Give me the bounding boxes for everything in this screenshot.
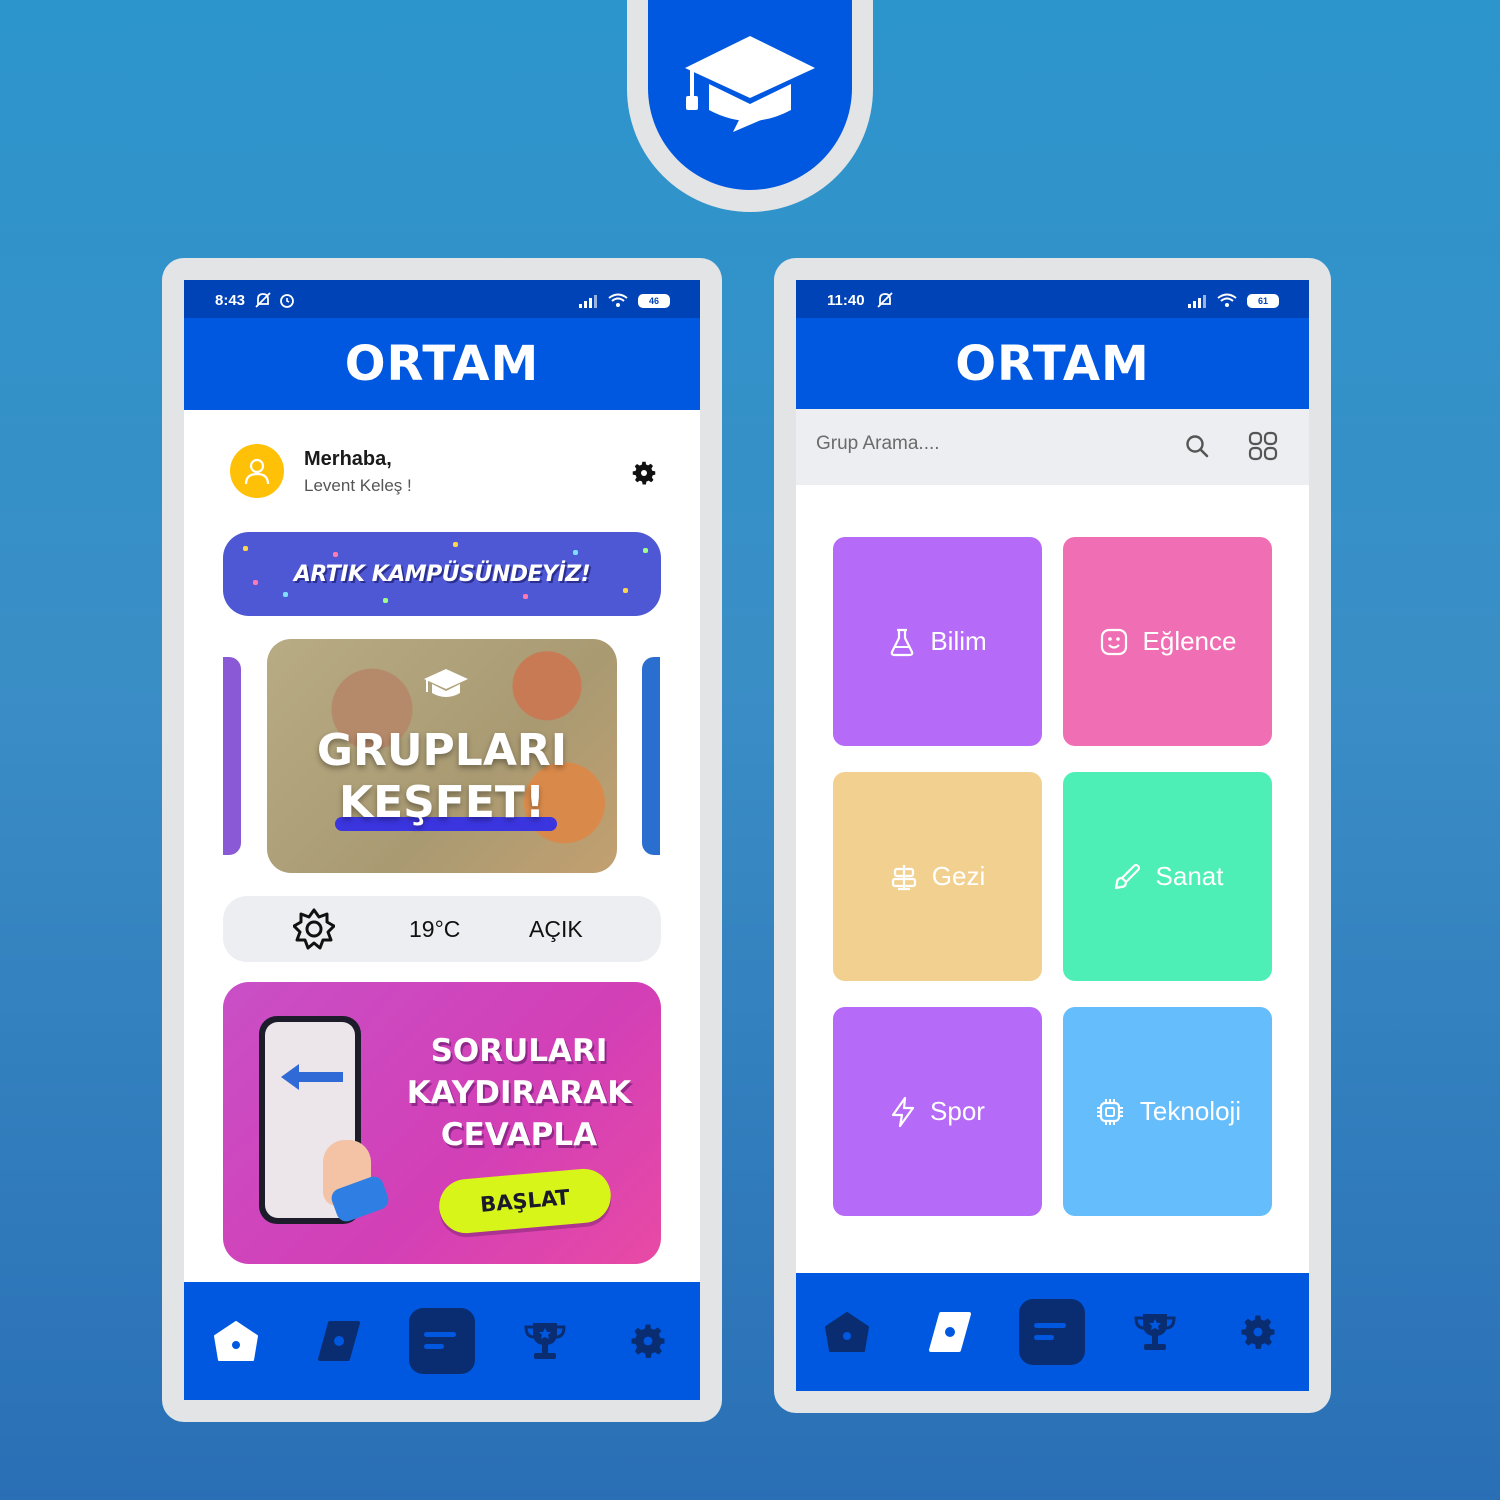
bottom-navigation <box>184 1282 700 1400</box>
settings-icon <box>1241 1315 1275 1349</box>
greeting-title: Merhaba, <box>304 448 392 470</box>
campus-banner[interactable]: ARTIK KAMPÜSÜNDEYİZ! <box>223 532 661 616</box>
start-button[interactable]: BAŞLAT <box>436 1166 614 1236</box>
greeting-user-name: Levent Keleş ! <box>304 476 412 495</box>
category-label: Sanat <box>1155 861 1224 891</box>
trophy-icon <box>524 1323 566 1359</box>
graduation-cap-icon <box>685 36 815 132</box>
category-label: Eğlence <box>1142 626 1237 656</box>
category-tile-gezi[interactable]: Gezi <box>833 772 1042 981</box>
brush-icon <box>1114 863 1140 889</box>
bell-off-icon <box>877 292 893 308</box>
home-icon <box>213 1321 258 1361</box>
carousel-title-line1: GRUPLARI <box>316 725 568 776</box>
category-label: Gezi <box>931 861 986 891</box>
app-header-title: ORTAM <box>184 318 700 410</box>
category-tile-sanat[interactable]: Sanat <box>1063 772 1272 981</box>
trophy-icon <box>1134 1314 1176 1350</box>
status-system-icons: 61 <box>1187 293 1279 308</box>
promo-title-line3: CEVAPLA <box>440 1117 598 1153</box>
campus-banner-text: ARTIK KAMPÜSÜNDEYİZ! <box>293 561 591 587</box>
nav-home[interactable] <box>814 1299 880 1365</box>
search-icon <box>1186 435 1209 458</box>
left-phone-frame: 8:43 46 ORTAM Merhaba, Levent Keleş ! AR… <box>162 258 722 1422</box>
category-label: Bilim <box>930 626 987 656</box>
discover-groups-card[interactable]: GRUPLARI KEŞFET! <box>267 639 617 873</box>
weather-condition: AÇIK <box>529 916 583 942</box>
gear-icon <box>632 461 656 485</box>
discover-icon <box>928 1312 971 1352</box>
category-tile-bilim[interactable]: Bilim <box>833 537 1042 746</box>
discover-icon <box>317 1321 360 1361</box>
group-search-bar <box>796 409 1309 485</box>
battery-indicator: 61 <box>1247 293 1279 308</box>
chat-icon <box>1034 1323 1067 1340</box>
status-bar: 8:43 46 <box>184 280 700 318</box>
right-phone-frame: 11:40 61 ORTAM Bilim E <box>774 258 1331 1413</box>
nav-chat[interactable] <box>1019 1299 1086 1365</box>
signal-icon <box>579 294 597 308</box>
category-tile-teknoloji[interactable]: Teknoloji <box>1063 1007 1272 1216</box>
right-phone-screen: 11:40 61 ORTAM Bilim E <box>796 280 1309 1391</box>
status-system-icons: 46 <box>578 293 670 308</box>
battery-indicator: 46 <box>638 293 670 308</box>
wifi-icon <box>608 293 628 307</box>
promo-title-line2: KAYDIRARAK <box>406 1075 632 1111</box>
status-time: 11:40 <box>827 292 865 309</box>
arrow-left-icon <box>281 1064 343 1090</box>
category-tile-eglence[interactable]: Eğlence <box>1063 537 1272 746</box>
carousel-next-card[interactable] <box>642 657 660 855</box>
grid-view-icon <box>1248 431 1278 461</box>
promo-title-line1: SORULARI <box>430 1033 608 1069</box>
weather-widget: 19°C AÇIK <box>223 896 661 962</box>
app-logo-tab <box>627 0 873 212</box>
nav-chat[interactable] <box>408 1308 475 1374</box>
user-icon <box>244 458 270 485</box>
smile-icon <box>1100 628 1127 655</box>
flask-icon <box>891 628 914 656</box>
left-phone-screen: 8:43 46 ORTAM Merhaba, Levent Keleş ! AR… <box>184 280 700 1400</box>
weather-temperature: 19°C <box>409 916 461 942</box>
graduation-cap-icon <box>424 669 468 697</box>
signal-icon <box>1188 294 1206 308</box>
wifi-icon <box>1217 293 1237 307</box>
nav-settings[interactable] <box>1225 1299 1291 1365</box>
nav-leaderboard[interactable] <box>512 1308 578 1374</box>
grid-view-button[interactable] <box>1240 423 1286 469</box>
profile-settings-button[interactable] <box>629 458 659 493</box>
sun-icon <box>293 908 335 950</box>
alarm-icon <box>280 294 294 308</box>
status-notification-icons <box>876 291 894 309</box>
bell-off-icon <box>255 292 271 308</box>
nav-leaderboard[interactable] <box>1122 1299 1188 1365</box>
status-bar: 11:40 61 <box>796 280 1309 318</box>
category-label: Spor <box>930 1096 985 1126</box>
chip-icon <box>1096 1098 1123 1125</box>
chat-icon <box>423 1332 456 1349</box>
lightning-icon <box>891 1096 915 1127</box>
status-notification-icons <box>254 291 296 309</box>
category-label: Teknoloji <box>1139 1096 1242 1126</box>
app-header-title: ORTAM <box>796 318 1309 410</box>
status-time: 8:43 <box>215 292 246 309</box>
user-avatar[interactable] <box>230 444 284 498</box>
bottom-navigation <box>796 1273 1309 1391</box>
nav-discover[interactable] <box>917 1299 983 1365</box>
swipe-quiz-promo[interactable]: SORULARI KAYDIRARAK CEVAPLA BAŞLAT <box>223 982 661 1264</box>
category-tile-spor[interactable]: Spor <box>833 1007 1042 1216</box>
carousel-prev-card[interactable] <box>223 657 241 855</box>
app-logo <box>648 0 852 190</box>
nav-discover[interactable] <box>306 1308 372 1374</box>
carousel-title-line2: KEŞFET! <box>338 777 546 828</box>
group-search-input[interactable] <box>816 433 1116 455</box>
settings-icon <box>631 1324 665 1358</box>
luggage-icon <box>891 864 916 890</box>
promo-title: SORULARI KAYDIRARAK CEVAPLA <box>403 1030 635 1156</box>
home-icon <box>825 1312 870 1352</box>
carousel-title: GRUPLARI KEŞFET! <box>267 725 617 829</box>
nav-home[interactable] <box>203 1308 269 1374</box>
nav-settings[interactable] <box>615 1308 681 1374</box>
search-button[interactable] <box>1174 423 1220 469</box>
